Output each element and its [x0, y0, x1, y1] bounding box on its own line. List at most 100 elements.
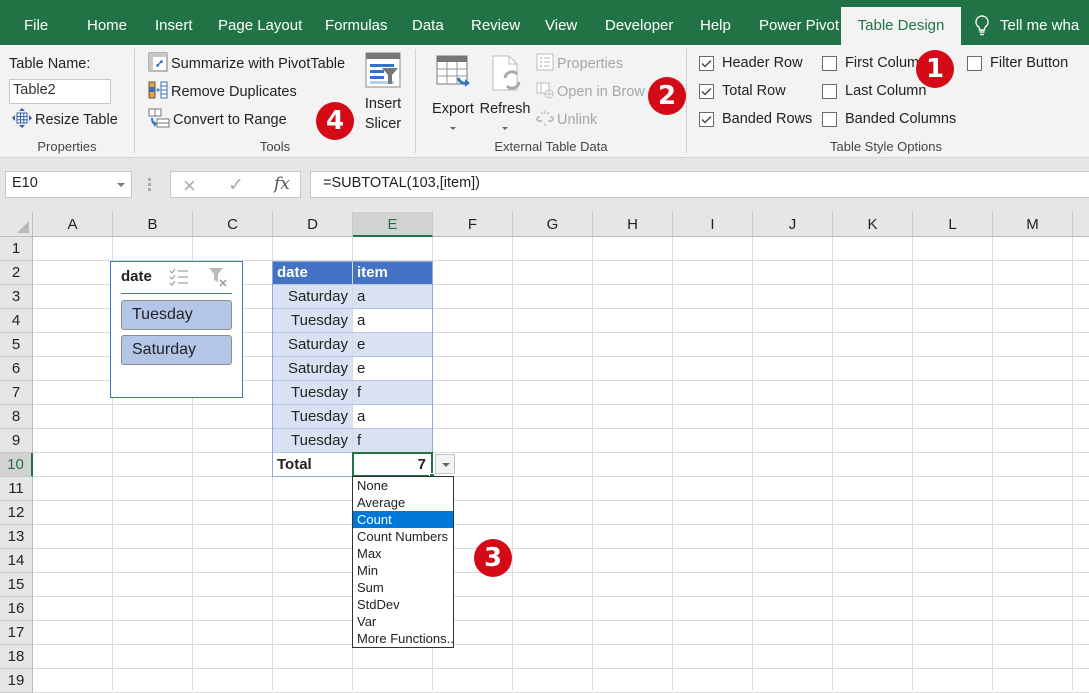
last-column-checkbox[interactable]: Last Column [822, 83, 926, 99]
column-header-l[interactable]: L [913, 212, 993, 237]
row-header-3[interactable]: 3 [0, 285, 33, 309]
tab-help[interactable]: Help [689, 7, 742, 45]
remove-duplicates-button[interactable]: Remove Duplicates [148, 80, 297, 104]
column-header-g[interactable]: G [513, 212, 593, 237]
row-header-14[interactable]: 14 [0, 549, 33, 573]
row-header-15[interactable]: 15 [0, 573, 33, 597]
column-header-b[interactable]: B [113, 212, 193, 237]
multi-select-icon[interactable] [169, 268, 189, 289]
column-header-j[interactable]: J [753, 212, 833, 237]
column-header-c[interactable]: C [193, 212, 273, 237]
table-cell-item[interactable]: a [353, 285, 432, 309]
table-name-input[interactable]: Table2 [9, 79, 111, 104]
row-header-12[interactable]: 12 [0, 501, 33, 525]
row-header-9[interactable]: 9 [0, 429, 33, 453]
select-all-button[interactable] [0, 212, 33, 237]
banded-rows-checkbox[interactable]: Banded Rows [699, 111, 812, 127]
column-header-e[interactable]: E [353, 212, 433, 237]
tab-table-design[interactable]: Table Design [841, 7, 961, 45]
export-button[interactable]: Export [429, 55, 477, 130]
tab-home[interactable]: Home [76, 7, 138, 45]
chevron-down-icon[interactable] [117, 183, 125, 187]
tab-file[interactable]: File [13, 7, 59, 45]
table-cell-item[interactable]: e [353, 357, 432, 381]
dropdown-option-more-functions[interactable]: More Functions.. [353, 630, 454, 647]
tab-data[interactable]: Data [401, 7, 455, 45]
slicer-item-tuesday[interactable]: Tuesday [121, 300, 232, 330]
cancel-icon[interactable]: × [183, 173, 196, 199]
tab-review[interactable]: Review [460, 7, 531, 45]
table-header-date[interactable]: date [273, 261, 352, 285]
column-header-a[interactable]: A [33, 212, 113, 237]
table-cell-date[interactable]: Saturday [273, 333, 352, 357]
row-header-11[interactable]: 11 [0, 477, 33, 501]
formula-bar-splitter[interactable] [148, 178, 151, 192]
header-row-checkbox[interactable]: Header Row [699, 55, 803, 71]
dropdown-option-stddev[interactable]: StdDev [353, 596, 453, 613]
tab-developer[interactable]: Developer [594, 7, 684, 45]
column-header-m[interactable]: M [993, 212, 1073, 237]
table-cell-item[interactable]: f [353, 429, 432, 453]
row-header-5[interactable]: 5 [0, 333, 33, 357]
enter-icon[interactable]: ✓ [228, 174, 244, 197]
table-header-item[interactable]: item [353, 261, 432, 285]
row-header-10[interactable]: 10 [0, 453, 33, 477]
total-dropdown-button[interactable] [435, 454, 455, 474]
tell-me-search[interactable]: Tell me wha [974, 7, 1079, 45]
date-slicer[interactable]: date Tuesday Saturday [110, 261, 243, 398]
dropdown-option-max[interactable]: Max [353, 545, 453, 562]
table-cell-date[interactable]: Saturday [273, 357, 352, 381]
row-header-1[interactable]: 1 [0, 237, 33, 261]
column-header-k[interactable]: K [833, 212, 913, 237]
dropdown-option-count-numbers[interactable]: Count Numbers [353, 528, 453, 545]
tab-formulas[interactable]: Formulas [314, 7, 399, 45]
table-cell-item[interactable]: f [353, 381, 432, 405]
table-cell-date[interactable]: Saturday [273, 285, 352, 309]
dropdown-option-sum[interactable]: Sum [353, 579, 453, 596]
column-header-f[interactable]: F [433, 212, 513, 237]
dropdown-option-count[interactable]: Count [353, 511, 453, 528]
dropdown-option-average[interactable]: Average [353, 494, 453, 511]
tab-view[interactable]: View [534, 7, 588, 45]
dropdown-option-none[interactable]: None [353, 477, 453, 494]
table-cell-date[interactable]: Tuesday [273, 381, 352, 405]
formula-input[interactable]: =SUBTOTAL(103,[item]) [310, 171, 1089, 198]
insert-function-icon[interactable]: fx [274, 174, 290, 194]
banded-columns-checkbox[interactable]: Banded Columns [822, 111, 956, 127]
total-row-checkbox[interactable]: Total Row [699, 83, 786, 99]
table-cell-date[interactable]: Tuesday [273, 309, 352, 333]
filter-button-checkbox[interactable]: Filter Button [967, 55, 1068, 71]
column-header-partial[interactable] [1073, 212, 1089, 237]
resize-table-button[interactable]: Resize Table [12, 108, 118, 132]
name-box[interactable]: E10 [5, 171, 132, 198]
row-header-4[interactable]: 4 [0, 309, 33, 333]
tab-page-layout[interactable]: Page Layout [207, 7, 313, 45]
row-header-8[interactable]: 8 [0, 405, 33, 429]
row-header-2[interactable]: 2 [0, 261, 33, 285]
dropdown-option-var[interactable]: Var [353, 613, 453, 630]
row-header-13[interactable]: 13 [0, 525, 33, 549]
row-header-17[interactable]: 17 [0, 621, 33, 645]
clear-filter-icon[interactable] [208, 267, 228, 290]
row-header-18[interactable]: 18 [0, 645, 33, 669]
total-row-label[interactable]: Total [273, 453, 352, 477]
slicer-item-saturday[interactable]: Saturday [121, 335, 232, 365]
table-cell-item[interactable]: e [353, 333, 432, 357]
row-header-6[interactable]: 6 [0, 357, 33, 381]
refresh-button[interactable]: Refresh [479, 55, 531, 130]
table-cell-date[interactable]: Tuesday [273, 405, 352, 429]
row-header-7[interactable]: 7 [0, 381, 33, 405]
tab-insert[interactable]: Insert [144, 7, 204, 45]
convert-to-range-button[interactable]: Convert to Range [148, 108, 287, 132]
column-header-i[interactable]: I [673, 212, 753, 237]
summarize-pivottable-button[interactable]: Summarize with PivotTable [148, 52, 345, 76]
dropdown-option-min[interactable]: Min [353, 562, 453, 579]
table-cell-item[interactable]: a [353, 309, 432, 333]
total-function-dropdown[interactable]: None Average Count Count Numbers Max Min Sum St… [352, 476, 454, 648]
column-header-d[interactable]: D [273, 212, 353, 237]
tab-power-pivot[interactable]: Power Pivot [748, 7, 850, 45]
column-header-h[interactable]: H [593, 212, 673, 237]
row-header-16[interactable]: 16 [0, 597, 33, 621]
row-header-19[interactable]: 19 [0, 669, 33, 693]
insert-slicer-button[interactable]: Insert Slicer [358, 52, 408, 134]
